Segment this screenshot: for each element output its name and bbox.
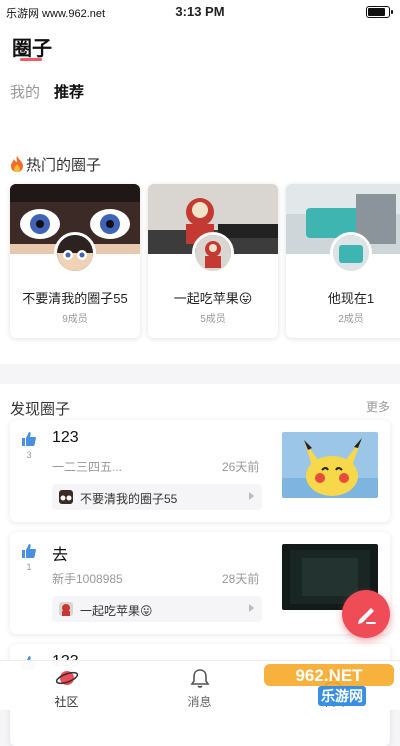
circle-tag[interactable]: 不要清我的圈子55: [52, 484, 262, 510]
hot-circles-title: 热门的圈子: [10, 154, 101, 175]
post-time: 26天前: [222, 460, 260, 474]
hot-circle-card[interactable]: 他现在1 2成员: [286, 184, 400, 338]
fire-icon: [11, 156, 23, 172]
circle-member-count: 9成员: [62, 314, 88, 325]
like-count: 1: [26, 562, 32, 572]
thumbs-up-icon[interactable]: [22, 544, 36, 558]
circle-name: 不要清我的圈子55: [22, 291, 128, 306]
hot-circle-card[interactable]: 一起吃苹果😛 5成员: [148, 184, 278, 338]
planet-icon: [56, 671, 78, 685]
post-author: 一二三四五...: [52, 460, 123, 474]
circle-avatar: [330, 232, 372, 274]
page-title: 圈子: [12, 38, 52, 60]
post-title: 去: [52, 547, 69, 564]
circle-tag-name: 一起吃苹果😛: [80, 604, 153, 618]
post-title: 123: [52, 429, 79, 446]
tab-recommended[interactable]: 推荐: [54, 81, 84, 102]
pencil-icon: [358, 608, 376, 624]
discover-title: 发现圈子: [10, 401, 71, 418]
title-underline: [20, 58, 42, 61]
post-time: 28天前: [222, 572, 260, 586]
status-time: 3:13 PM: [175, 4, 225, 19]
circle-tag-avatar: [59, 602, 73, 616]
bell-icon: [190, 669, 210, 688]
battery-icon: [366, 6, 393, 18]
circle-tag-avatar: [59, 490, 73, 504]
post-author: 新手1008985: [52, 572, 123, 586]
like-count: 3: [26, 450, 32, 460]
post-card[interactable]: 3 123 一二三四五... 26天前 不要清我的圈子55: [10, 420, 390, 522]
circle-member-count: 5成员: [200, 314, 226, 325]
chevron-right-icon: [249, 604, 254, 612]
page-header: 圈子 我的 推荐: [0, 24, 400, 134]
more-link[interactable]: 更多: [366, 398, 390, 415]
status-bar: 乐游网 www.962.net 3:13 PM: [0, 0, 400, 24]
hot-circle-card[interactable]: 不要清我的圈子55 9成员: [10, 184, 140, 338]
circle-tag-name: 不要清我的圈子55: [80, 492, 178, 506]
watermark-text: 乐游网: [318, 686, 366, 706]
circle-name: 一起吃苹果😛: [173, 291, 253, 306]
watermark-logo-text: 962.NET: [295, 666, 363, 685]
tab-messages-label: 消息: [187, 695, 212, 709]
tab-community-label: 社区: [54, 695, 79, 709]
hot-circles-label: 热门的圈子: [26, 157, 102, 174]
circle-name: 他现在1: [327, 291, 375, 306]
post-card[interactable]: 1 去 新手1008985 28天前 一起吃苹果😛: [10, 532, 390, 634]
tab-community[interactable]: 社区: [0, 661, 133, 711]
circle-member-count: 2成员: [338, 314, 364, 325]
circle-avatar: [54, 232, 96, 274]
compose-button[interactable]: [342, 590, 390, 638]
post-thumbnail: [282, 432, 378, 498]
tab-mine[interactable]: 我的: [10, 81, 40, 102]
chevron-right-icon: [249, 492, 254, 500]
tab-messages[interactable]: 消息: [133, 661, 266, 711]
hot-circles-section: 热门的圈子 不要清我的圈子55 9成员 一起吃苹果😛 5成员 他现在1 2成员: [0, 134, 400, 364]
thumbs-up-icon[interactable]: [22, 432, 36, 446]
circle-avatar: [192, 232, 234, 274]
circle-tag[interactable]: 一起吃苹果😛: [52, 596, 262, 622]
